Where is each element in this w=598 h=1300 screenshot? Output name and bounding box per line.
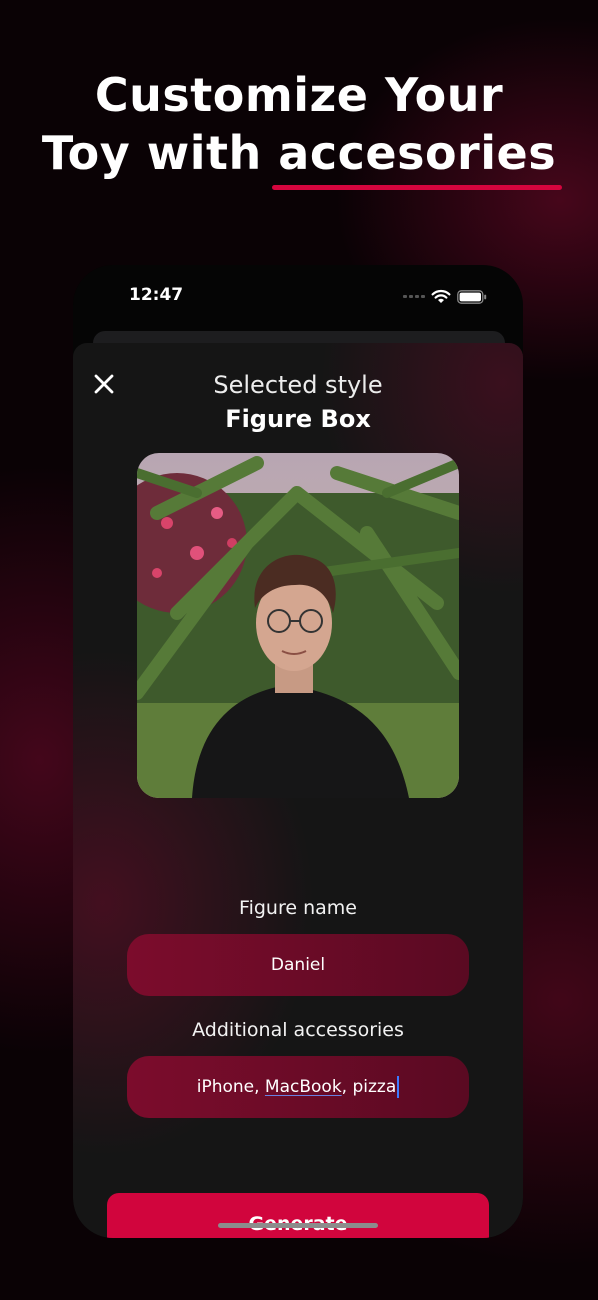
accessories-text-1: iPhone, — [196, 1077, 265, 1097]
headline-highlight: accesories — [272, 124, 563, 190]
headline-underline — [272, 185, 563, 190]
home-indicator — [218, 1223, 378, 1228]
promo-headline: Customize Your Toy with accesories — [0, 66, 598, 190]
accessories-value: iPhone, MacBook, pizza — [197, 1076, 400, 1098]
figure-name-value: Daniel — [270, 955, 326, 975]
headline-prefix: Toy with — [41, 126, 279, 180]
accessories-text-2: MacBook — [264, 1077, 342, 1097]
text-caret — [397, 1076, 400, 1098]
figure-name-label: Figure name — [239, 897, 357, 919]
uploaded-photo — [137, 453, 459, 798]
sheet-title: Selected style — [213, 371, 383, 399]
generate-button[interactable]: Generate — [107, 1193, 489, 1238]
battery-icon — [457, 289, 487, 304]
accessories-text-3: , pizza — [341, 1077, 397, 1097]
status-icons — [403, 289, 487, 304]
figure-name-input[interactable]: Daniel — [127, 934, 469, 996]
selected-style-name: Figure Box — [225, 405, 371, 433]
status-bar: 12:47 — [73, 265, 523, 327]
signal-icon — [403, 295, 425, 298]
customize-sheet: Selected style Figure Box Figure name Da… — [73, 343, 523, 1238]
headline-line-2: Toy with accesories — [0, 124, 598, 190]
accessories-input[interactable]: iPhone, MacBook, pizza — [127, 1056, 469, 1118]
accessories-label: Additional accessories — [192, 1019, 404, 1041]
headline-line-1: Customize Your — [94, 68, 504, 122]
wifi-icon — [431, 289, 451, 303]
headline-highlight-text: accesories — [278, 126, 557, 180]
status-time: 12:47 — [129, 285, 184, 305]
phone-frame: 12:47 Selected style Figure Box Figure n… — [73, 265, 523, 1238]
